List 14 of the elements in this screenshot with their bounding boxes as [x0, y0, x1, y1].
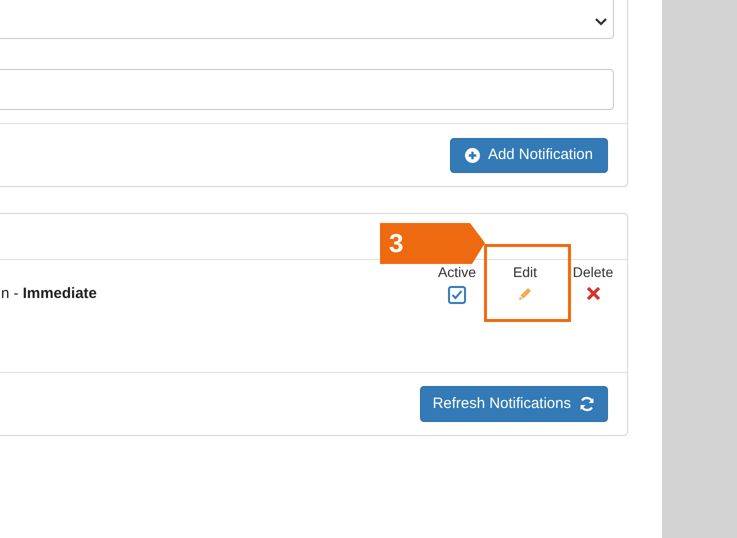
notification-text: n - Immediate [1, 284, 98, 303]
active-checkbox[interactable] [448, 286, 466, 304]
column-header: Edit [512, 263, 538, 281]
chevron-down-icon [595, 18, 607, 26]
pencil-icon[interactable] [517, 286, 533, 302]
plus-circle-icon [464, 148, 480, 163]
close-icon[interactable] [586, 286, 600, 301]
input-field[interactable] [0, 69, 614, 110]
step-number: 3 [389, 227, 404, 260]
refresh-icon [579, 396, 595, 412]
column-header: Delete [572, 263, 614, 281]
add-notification-button[interactable]: Add Notification [450, 138, 608, 173]
column-header: Active [438, 263, 476, 281]
refresh-notifications-button[interactable]: Refresh Notifications [420, 386, 608, 422]
